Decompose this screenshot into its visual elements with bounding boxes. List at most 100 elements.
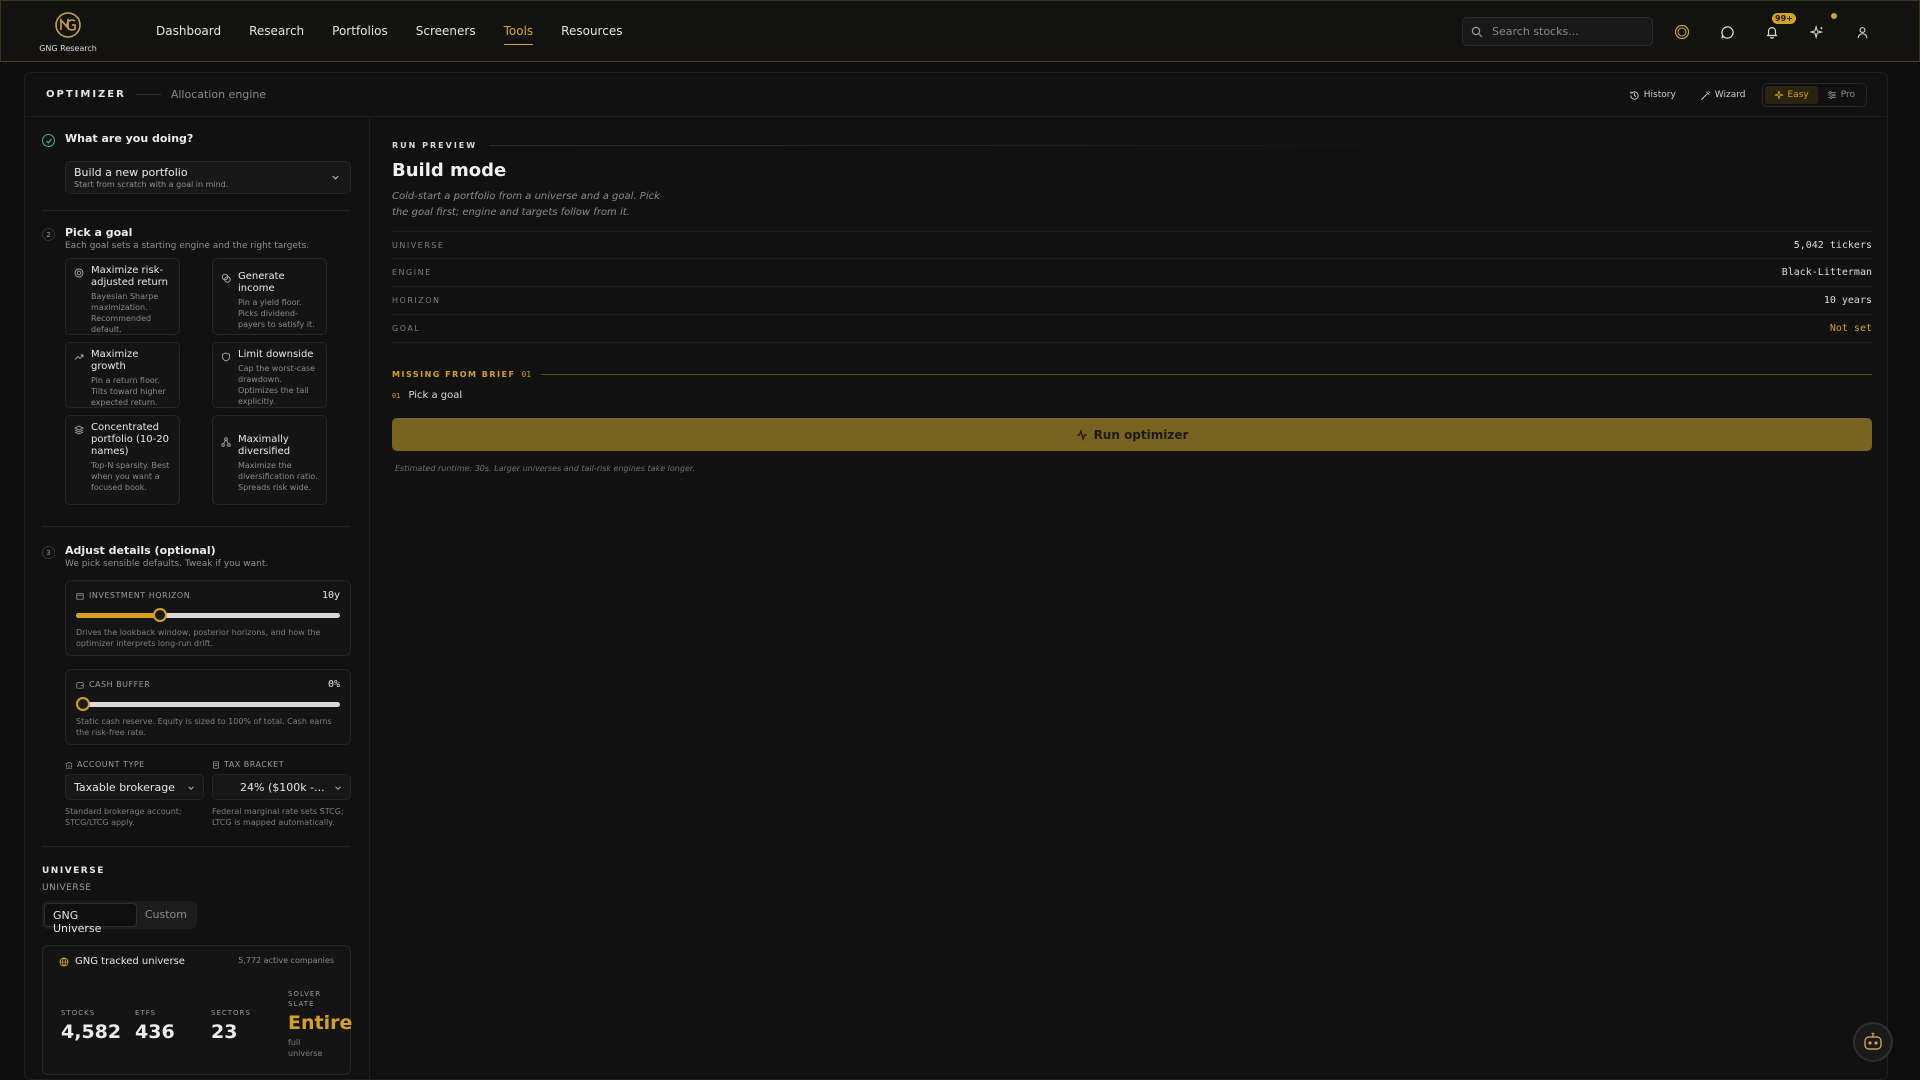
step-number: 2: [42, 228, 55, 241]
top-navbar: GNG Research Dashboard Research Portfoli…: [0, 0, 1920, 62]
chevron-down-icon: [188, 786, 194, 790]
stat-stocks: STOCKS 4,582: [61, 1008, 121, 1043]
investment-horizon-value: 10y: [321, 590, 340, 601]
eyebrow-line: [489, 145, 1490, 146]
activity-icon: [1076, 428, 1087, 441]
goal-desc: Maximize the diversification ratio. Spre…: [238, 461, 318, 492]
stat-sectors: SECTORS 23: [211, 1008, 251, 1043]
network-icon: [221, 437, 231, 447]
goal-desc: Pin a return floor. Tilts toward higher …: [91, 376, 166, 407]
logo[interactable]: GNG Research: [27, 1, 109, 61]
mode-easy-button[interactable]: Easy: [1764, 86, 1818, 104]
goal-title: Generate income: [238, 271, 285, 294]
history-button[interactable]: History: [1621, 86, 1684, 105]
stat-solver-slate: SOLVER SLATE Entire full universe: [288, 989, 352, 1059]
missing-from-brief-header: MISSING FROM BRIEF 01: [392, 370, 1872, 379]
user-icon: [1857, 26, 1867, 38]
divider: [42, 210, 350, 211]
investment-horizon-slider[interactable]: [76, 608, 340, 622]
universe-card-title: GNG tracked universe: [59, 956, 185, 967]
goal-card-risk-adjusted[interactable]: Maximize risk-adjusted return Bayesian S…: [65, 258, 180, 335]
missing-item[interactable]: 01 Pick a goal: [392, 390, 462, 401]
stat-label: SECTORS: [211, 1009, 251, 1017]
sparkle-icon: [1810, 25, 1824, 39]
profile-button[interactable]: [1851, 21, 1873, 43]
task-select-desc: Start from scratch with a goal in mind.: [74, 180, 229, 189]
goal-title: Maximally diversified: [238, 434, 291, 457]
chat-icon: [1720, 25, 1734, 39]
nav-research[interactable]: Research: [237, 1, 316, 61]
tab-custom-universe[interactable]: Custom: [137, 903, 195, 927]
label-text: INVESTMENT HORIZON: [89, 591, 191, 600]
nav-dashboard[interactable]: Dashboard: [144, 1, 233, 61]
task-select[interactable]: Build a new portfolio Start from scratch…: [65, 161, 351, 194]
tax-bracket-desc: Federal marginal rate sets STCG; LTCG is…: [212, 807, 344, 827]
sliders-icon: [1827, 91, 1836, 99]
goal-card-income[interactable]: Generate income Pin a yield floor. Picks…: [212, 258, 327, 335]
notification-badge: 99+: [1772, 13, 1796, 24]
notifications-button[interactable]: [1761, 21, 1783, 43]
card-title-text: GNG tracked universe: [75, 956, 185, 967]
stat-etfs: ETFS 436: [135, 1008, 175, 1043]
slider-thumb[interactable]: [153, 608, 168, 622]
missing-item-num: 01: [392, 391, 401, 400]
account-type-select[interactable]: Taxable brokerage: [65, 774, 204, 800]
chevron-down-icon: [332, 175, 339, 180]
row-value: 5,042 tickers: [1793, 239, 1872, 251]
search-placeholder: Search stocks...: [1492, 25, 1579, 38]
trending-up-icon: [74, 354, 84, 360]
stat-value: 4,582: [61, 1021, 122, 1043]
goal-title: Concentrated portfolio (10-20 names): [91, 422, 169, 457]
mode-easy-label: Easy: [1787, 90, 1809, 100]
coin-button[interactable]: [1671, 21, 1693, 43]
panel-actions: History Wizard Easy Pro: [1621, 83, 1867, 107]
chat-button[interactable]: [1716, 21, 1738, 43]
preview-row-goal: GOAL Not set: [392, 315, 1872, 343]
divider: [42, 846, 350, 847]
nav-resources[interactable]: Resources: [549, 1, 634, 61]
step-title: Pick a goal: [65, 226, 133, 239]
slider-thumb[interactable]: [76, 697, 90, 711]
sparkle-status-dot: [1831, 13, 1837, 19]
slider-fill: [76, 613, 161, 618]
panel-header: OPTIMIZER Allocation engine History Wiza…: [25, 73, 1887, 117]
bell-icon: [1766, 27, 1778, 39]
history-label: History: [1643, 90, 1676, 100]
run-optimizer-button[interactable]: Run optimizer: [392, 418, 1872, 451]
row-key: UNIVERSE: [392, 240, 445, 250]
assistant-bot-button[interactable]: [1853, 1022, 1893, 1062]
cash-buffer-slider[interactable]: [76, 697, 340, 711]
row-key: GOAL: [392, 324, 421, 333]
sparkle-icon: [1774, 90, 1783, 100]
nav-screeners[interactable]: Screeners: [404, 1, 488, 61]
search-input[interactable]: Search stocks...: [1462, 17, 1653, 46]
investment-horizon-card: INVESTMENT HORIZON 10y Drives the lookba…: [65, 580, 351, 656]
mode-pro-button[interactable]: Pro: [1818, 86, 1864, 104]
stat-label: STOCKS: [61, 1009, 96, 1017]
wizard-button[interactable]: Wizard: [1692, 86, 1754, 105]
globe-icon: [59, 957, 69, 967]
preview-row-engine: ENGINE Black-Litterman: [392, 259, 1872, 287]
goal-card-concentrated[interactable]: Concentrated portfolio (10-20 names) Top…: [65, 415, 180, 505]
account-type-desc: Standard brokerage account; STCG/LTCG ap…: [65, 807, 182, 827]
goal-card-growth[interactable]: Maximize growth Pin a return floor. Tilt…: [65, 342, 180, 408]
tax-bracket-select[interactable]: 24% ($100k -...: [212, 774, 351, 800]
missing-count: 01: [521, 370, 532, 379]
goal-card-diversified[interactable]: Maximally diversified Maximize the diver…: [212, 415, 327, 505]
step-desc: We pick sensible defaults. Tweak if you …: [65, 559, 269, 569]
run-preview-eyebrow: RUN PREVIEW: [392, 141, 1490, 150]
goal-card-downside[interactable]: Limit downside Cap the worst-case drawdo…: [212, 342, 327, 408]
cash-buffer-card: CASH BUFFER 0% Static cash reserve. Equi…: [65, 669, 351, 745]
ai-sparkle-button[interactable]: [1806, 21, 1828, 43]
tab-gng-universe[interactable]: GNG Universe: [44, 903, 137, 935]
main-nav: Dashboard Research Portfolios Screeners …: [144, 1, 638, 61]
nav-portfolios[interactable]: Portfolios: [320, 1, 400, 61]
preview-row-horizon: HORIZON 10 years: [392, 287, 1872, 315]
active-companies-count: 5,772 active companies: [238, 956, 334, 965]
stat-label: ETFS: [135, 1009, 157, 1017]
nav-tools[interactable]: Tools: [492, 1, 546, 61]
step-title: What are you doing?: [65, 132, 194, 145]
logo-text: GNG Research: [39, 43, 97, 53]
missing-line: [541, 374, 1872, 375]
divider: [42, 526, 350, 527]
